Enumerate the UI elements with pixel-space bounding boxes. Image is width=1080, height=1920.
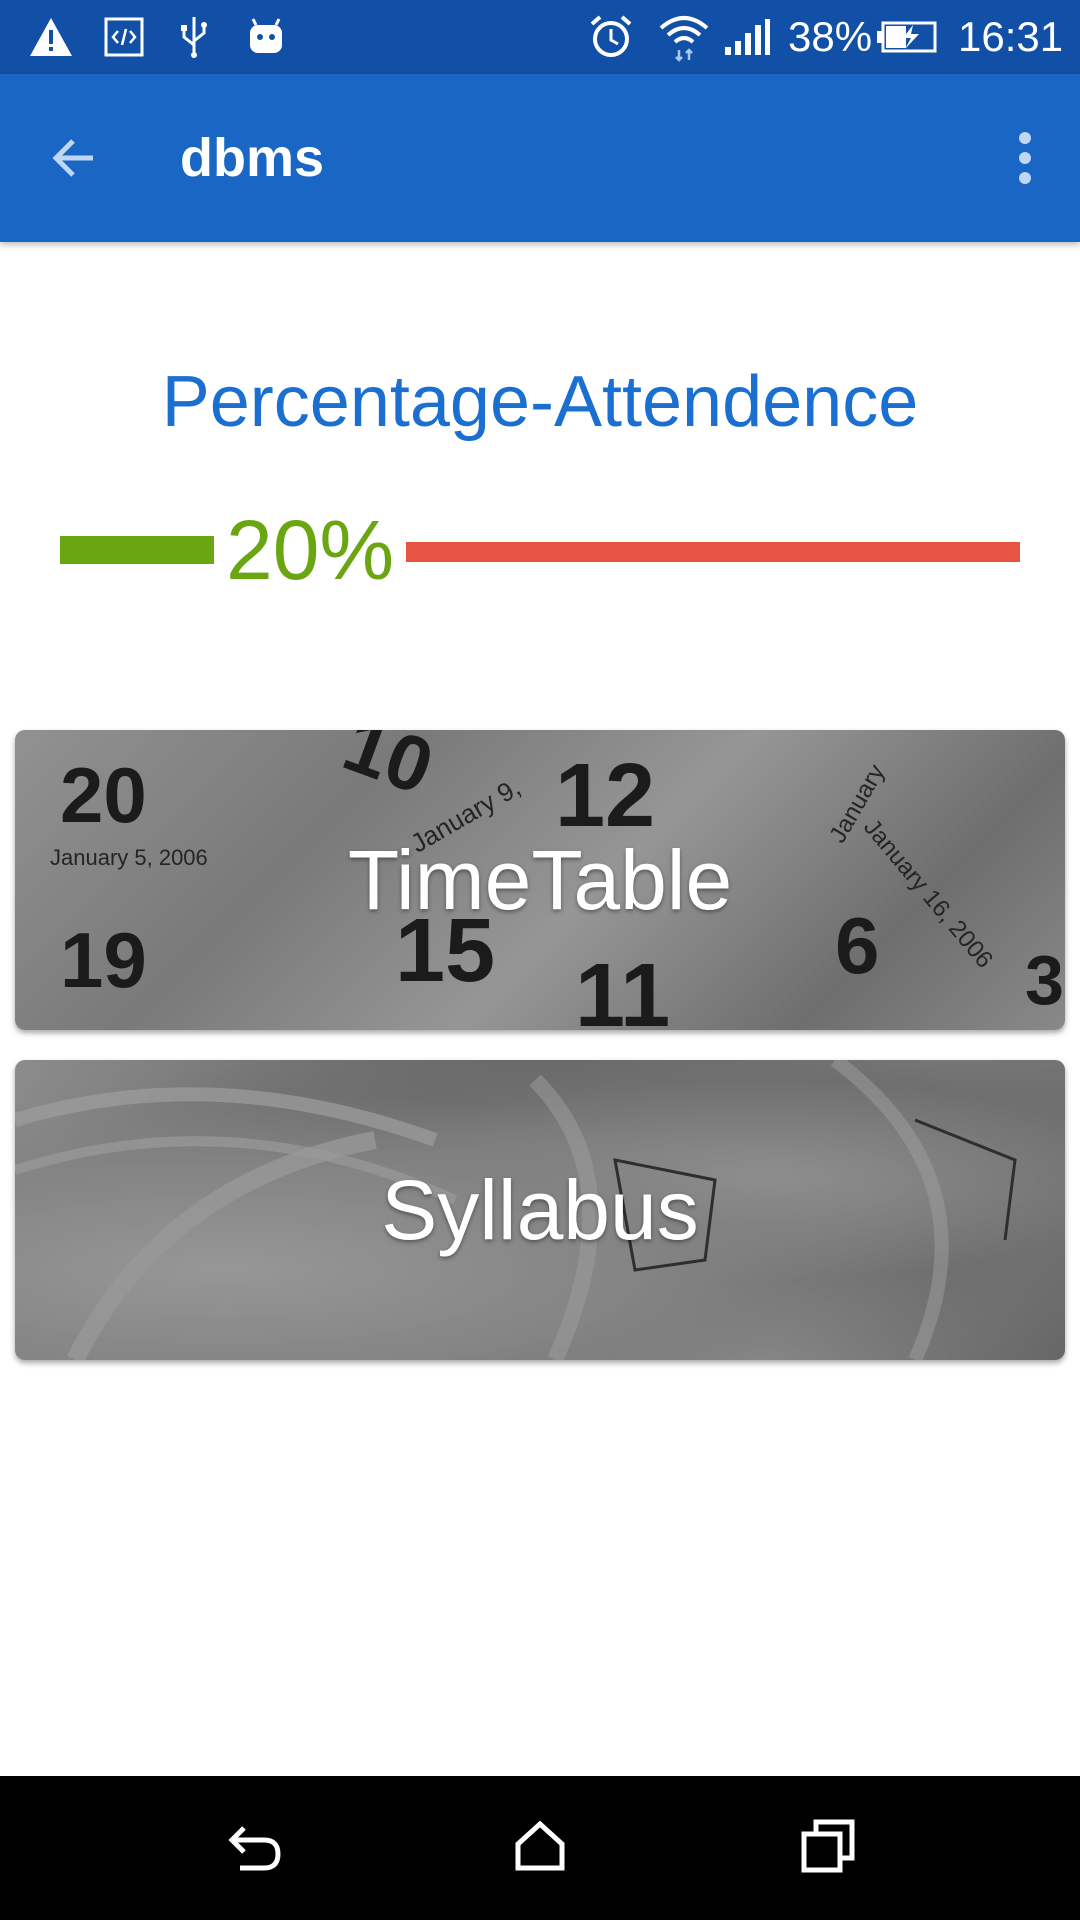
warning-icon: [28, 12, 74, 62]
signal-icon: [722, 12, 772, 62]
overflow-menu-button[interactable]: [990, 120, 1060, 200]
android-icon: [244, 12, 288, 62]
alarm-icon: [586, 12, 636, 62]
syllabus-label: Syllabus: [381, 1162, 699, 1257]
status-bar: 38% 16:31: [0, 0, 1080, 74]
attendance-progress: 20%: [60, 500, 1020, 600]
navigation-bar: [0, 1776, 1080, 1920]
nav-recents-button[interactable]: [788, 1808, 868, 1888]
app-bar: dbms: [0, 74, 1080, 242]
attendance-percent-label: 20%: [226, 503, 395, 597]
page-title: dbms: [180, 128, 325, 188]
timetable-card[interactable]: 20 January 5, 2006 19 10 12 15 11 6 3 Ja…: [15, 730, 1065, 1030]
clock: 16:31: [958, 13, 1064, 60]
timetable-label: TimeTable: [347, 832, 733, 927]
screen: 38% 16:31 dbms Percentage-Attendence 20%…: [0, 0, 1080, 1920]
syllabus-card[interactable]: Syllabus: [15, 1060, 1065, 1360]
nav-home-button[interactable]: [500, 1808, 580, 1888]
battery-charging-icon: [876, 12, 938, 62]
attended-bar: [60, 536, 214, 564]
recents-nav-icon: [800, 1818, 856, 1879]
code-icon: [104, 12, 144, 62]
back-nav-icon: [224, 1818, 284, 1879]
nav-back-button[interactable]: [214, 1808, 294, 1888]
missed-bar: [406, 542, 1020, 562]
arrow-back-icon: [49, 133, 99, 188]
more-vert-icon: [1015, 131, 1035, 190]
wifi-icon: [656, 12, 712, 62]
attendance-heading: Percentage-Attendence: [161, 362, 919, 442]
back-button[interactable]: [34, 120, 114, 200]
home-nav-icon: [512, 1818, 568, 1879]
usb-icon: [174, 12, 214, 62]
battery-percent: 38%: [788, 13, 873, 60]
